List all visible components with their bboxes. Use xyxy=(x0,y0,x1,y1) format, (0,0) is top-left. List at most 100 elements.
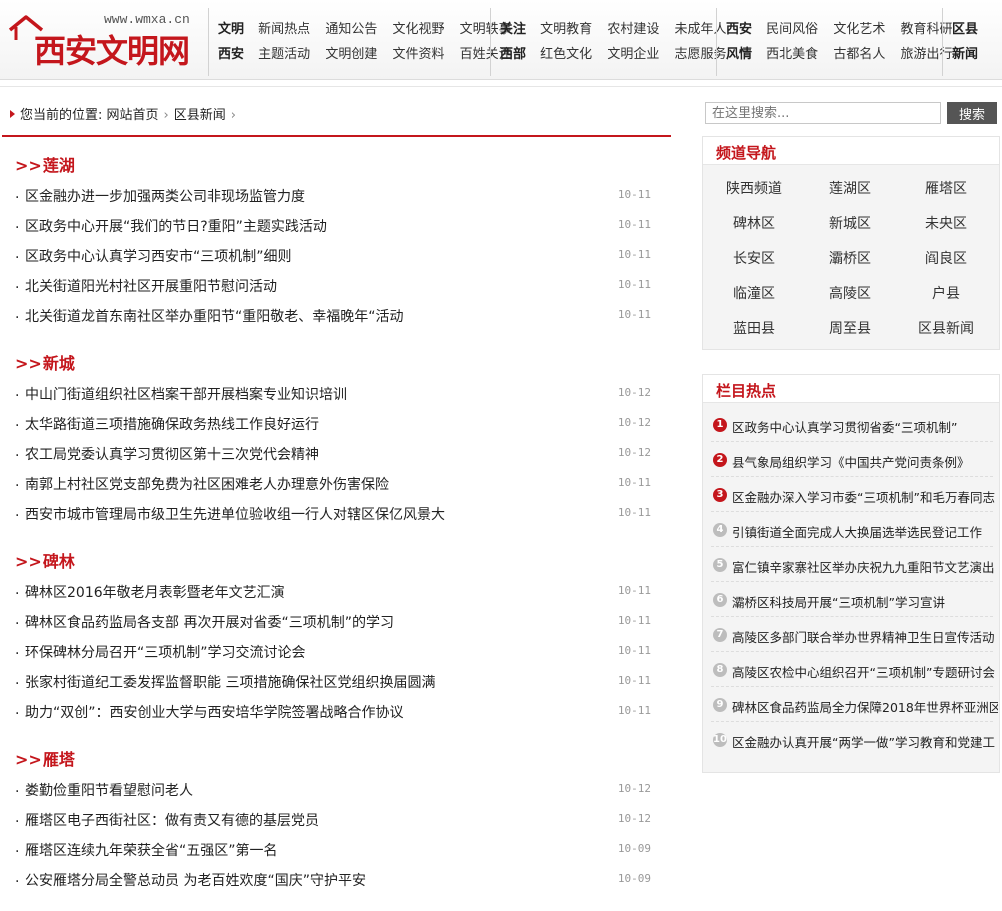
hot-item[interactable]: 6 灞桥区科技局开展“三项机制”学习宣讲 xyxy=(711,582,993,617)
news-title[interactable]: 娄勤俭重阳节看望慰问老人 xyxy=(25,780,193,800)
news-title[interactable]: 雁塔区连续九年荣获全省“五强区”第一名 xyxy=(25,840,278,860)
nav-item[interactable]: 志愿服务 xyxy=(674,47,726,62)
hot-title[interactable]: 区政务中心认真学习贯彻省委“三项机制” xyxy=(732,417,998,436)
news-item[interactable]: · 北关街道龙首东南社区举办重阳节“重阳敬老、幸福晚年“活动 10-11 xyxy=(15,302,655,332)
channel-link[interactable]: 陕西频道 xyxy=(706,178,802,198)
breadcrumb-home[interactable]: 网站首页 xyxy=(107,108,159,123)
channel-link[interactable]: 未央区 xyxy=(898,213,994,233)
hot-item[interactable]: 1 区政务中心认真学习贯彻省委“三项机制” xyxy=(711,407,993,442)
nav-head[interactable]: 文明 xyxy=(218,22,244,37)
nav-item[interactable]: 红色文化 xyxy=(540,47,592,62)
nav-item[interactable]: 文化视野 xyxy=(392,22,444,37)
nav-head[interactable]: 西部 xyxy=(500,47,526,62)
news-item[interactable]: · 北关街道阳光村社区开展重阳节慰问活动 10-11 xyxy=(15,272,655,302)
news-title[interactable]: 碑林区2016年敬老月表彰暨老年文艺汇演 xyxy=(25,582,285,602)
nav-item[interactable]: 新闻热点 xyxy=(258,22,310,37)
news-title[interactable]: 南郭上村社区党支部免费为社区困难老人办理意外伤害保险 xyxy=(25,474,389,494)
hot-item[interactable]: 9 碑林区食品药监局全力保障2018年世界杯亚洲区预 xyxy=(711,687,998,722)
news-title[interactable]: 农工局党委认真学习贯彻区第十三次党代会精神 xyxy=(25,444,319,464)
hot-title[interactable]: 引镇街道全面完成人大换届选举选民登记工作 xyxy=(732,522,998,541)
channel-link[interactable]: 阎良区 xyxy=(898,248,994,268)
nav-item[interactable]: 文明创建 xyxy=(325,47,377,62)
nav-item[interactable]: 文件资料 xyxy=(392,47,444,62)
nav-item[interactable]: 教育科研 xyxy=(900,22,952,37)
breadcrumb-current[interactable]: 区县新闻 xyxy=(174,108,226,123)
channel-link[interactable]: 灞桥区 xyxy=(802,248,898,268)
nav-item[interactable]: 通知公告 xyxy=(325,22,377,37)
nav-head[interactable]: 区县 xyxy=(952,22,978,37)
news-item[interactable]: · 雁塔区电子西街社区：做有责又有德的基层党员 10-12 xyxy=(15,806,655,836)
nav-item[interactable]: 古都名人 xyxy=(833,47,885,62)
hot-item[interactable]: 4 引镇街道全面完成人大换届选举选民登记工作 xyxy=(711,512,993,547)
channel-link[interactable]: 蓝田县 xyxy=(706,318,802,338)
hot-title[interactable]: 碑林区食品药监局全力保障2018年世界杯亚洲区预 xyxy=(732,697,998,716)
search-input[interactable] xyxy=(705,102,941,124)
news-title[interactable]: 太华路街道三项措施确保政务热线工作良好运行 xyxy=(25,414,319,434)
news-item[interactable]: · 区政务中心认真学习西安市“三项机制”细则 10-11 xyxy=(15,242,655,272)
nav-item[interactable]: 文化艺术 xyxy=(833,22,885,37)
news-title[interactable]: 中山门街道组织社区档案干部开展档案专业知识培训 xyxy=(25,384,347,404)
nav-item[interactable]: 西北美食 xyxy=(766,47,818,62)
nav-item[interactable]: 农村建设 xyxy=(607,22,659,37)
news-title[interactable]: 助力“双创”：西安创业大学与西安培华学院签署战略合作协议 xyxy=(25,702,404,722)
hot-title[interactable]: 区金融办认真开展“两学一做”学习教育和党建工 xyxy=(732,732,998,751)
hot-title[interactable]: 区金融办深入学习市委“三项机制”和毛万春同志 xyxy=(732,487,998,506)
news-item[interactable]: · 环保碑林分局召开“三项机制”学习交流讨论会 10-11 xyxy=(15,638,655,668)
news-item[interactable]: · 助力“双创”：西安创业大学与西安培华学院签署战略合作协议 10-11 xyxy=(15,698,655,728)
news-item[interactable]: · 区金融办进一步加强两类公司非现场监管力度 10-11 xyxy=(15,182,655,212)
channel-link[interactable]: 雁塔区 xyxy=(898,178,994,198)
news-title[interactable]: 雁塔区电子西街社区：做有责又有德的基层党员 xyxy=(25,810,319,830)
hot-item[interactable]: 2 县气象局组织学习《中国共产党问责条例》 xyxy=(711,442,993,477)
channel-link[interactable]: 户县 xyxy=(898,283,994,303)
news-item[interactable]: · 西安市城市管理局市级卫生先进单位验收组一行人对辖区保亿风景大 10-11 xyxy=(15,500,655,530)
section-title[interactable]: >>莲湖 xyxy=(15,152,655,182)
hot-item[interactable]: 10 区金融办认真开展“两学一做”学习教育和党建工 xyxy=(711,722,995,757)
channel-link[interactable]: 碑林区 xyxy=(706,213,802,233)
hot-title[interactable]: 富仁镇辛家寨社区举办庆祝九九重阳节文艺演出 xyxy=(732,557,998,576)
channel-link[interactable]: 周至县 xyxy=(802,318,898,338)
news-item[interactable]: · 太华路街道三项措施确保政务热线工作良好运行 10-12 xyxy=(15,410,655,440)
nav-item[interactable]: 主题活动 xyxy=(258,47,310,62)
hot-item[interactable]: 7 高陵区多部门联合举办世界精神卫生日宣传活动 xyxy=(711,617,995,652)
news-item[interactable]: · 雁塔区连续九年荣获全省“五强区”第一名 10-09 xyxy=(15,836,655,866)
nav-item[interactable]: 旅游出行 xyxy=(900,47,952,62)
news-item[interactable]: · 农工局党委认真学习贯彻区第十三次党代会精神 10-12 xyxy=(15,440,655,470)
news-title[interactable]: 碑林区食品药监局各支部 再次开展对省委“三项机制”的学习 xyxy=(25,612,394,632)
news-item[interactable]: · 娄勤俭重阳节看望慰问老人 10-12 xyxy=(15,776,655,806)
news-title[interactable]: 西安市城市管理局市级卫生先进单位验收组一行人对辖区保亿风景大 xyxy=(25,504,445,524)
search-button[interactable]: 搜索 xyxy=(947,102,997,124)
hot-item[interactable]: 5 富仁镇辛家寨社区举办庆祝九九重阳节文艺演出 xyxy=(711,547,995,582)
nav-head[interactable]: 新闻 xyxy=(952,47,978,62)
nav-head[interactable]: 风情 xyxy=(726,47,752,62)
news-item[interactable]: · 中山门街道组织社区档案干部开展档案专业知识培训 10-12 xyxy=(15,380,655,410)
news-item[interactable]: · 张家村街道纪工委发挥监督职能 三项措施确保社区党组织换届圆满 10-11 xyxy=(15,668,655,698)
nav-item[interactable]: 文明企业 xyxy=(607,47,659,62)
hot-title[interactable]: 灞桥区科技局开展“三项机制”学习宣讲 xyxy=(732,592,998,611)
site-logo[interactable]: www.wmxa.cn 西安文明网 xyxy=(8,8,204,70)
channel-link[interactable]: 莲湖区 xyxy=(802,178,898,198)
section-title[interactable]: >>碑林 xyxy=(15,548,655,578)
section-title[interactable]: >>雁塔 xyxy=(15,746,655,776)
hot-title[interactable]: 县气象局组织学习《中国共产党问责条例》 xyxy=(732,452,998,471)
news-item[interactable]: · 区政务中心开展“我们的节日?重阳”主题实践活动 10-11 xyxy=(15,212,655,242)
news-title[interactable]: 环保碑林分局召开“三项机制”学习交流讨论会 xyxy=(25,642,306,662)
nav-head[interactable]: 西安 xyxy=(726,22,752,37)
nav-item[interactable]: 民间风俗 xyxy=(766,22,818,37)
hot-title[interactable]: 高陵区多部门联合举办世界精神卫生日宣传活动 xyxy=(732,627,998,646)
section-title[interactable]: >>新城 xyxy=(15,350,655,380)
channel-link[interactable]: 高陵区 xyxy=(802,283,898,303)
news-title[interactable]: 区政务中心认真学习西安市“三项机制”细则 xyxy=(25,246,292,266)
news-title[interactable]: 北关街道龙首东南社区举办重阳节“重阳敬老、幸福晚年“活动 xyxy=(25,306,404,326)
channel-link[interactable]: 新城区 xyxy=(802,213,898,233)
news-item[interactable]: · 碑林区2016年敬老月表彰暨老年文艺汇演 10-11 xyxy=(15,578,655,608)
nav-head[interactable]: 西安 xyxy=(218,47,244,62)
news-title[interactable]: 北关街道阳光村社区开展重阳节慰问活动 xyxy=(25,276,277,296)
hot-title[interactable]: 高陵区农检中心组织召开“三项机制”专题研讨会 xyxy=(732,662,998,681)
nav-item[interactable]: 文明教育 xyxy=(540,22,592,37)
news-title[interactable]: 区金融办进一步加强两类公司非现场监管力度 xyxy=(25,186,305,206)
news-item[interactable]: · 碑林区食品药监局各支部 再次开展对省委“三项机制”的学习 10-11 xyxy=(15,608,655,638)
news-title[interactable]: 区政务中心开展“我们的节日?重阳”主题实践活动 xyxy=(25,216,327,236)
channel-link[interactable]: 区县新闻 xyxy=(898,318,994,338)
nav-head[interactable]: 关注 xyxy=(500,22,526,37)
news-item[interactable]: · 公安雁塔分局全警总动员 为老百姓欢度“国庆”守护平安 10-09 xyxy=(15,866,655,896)
